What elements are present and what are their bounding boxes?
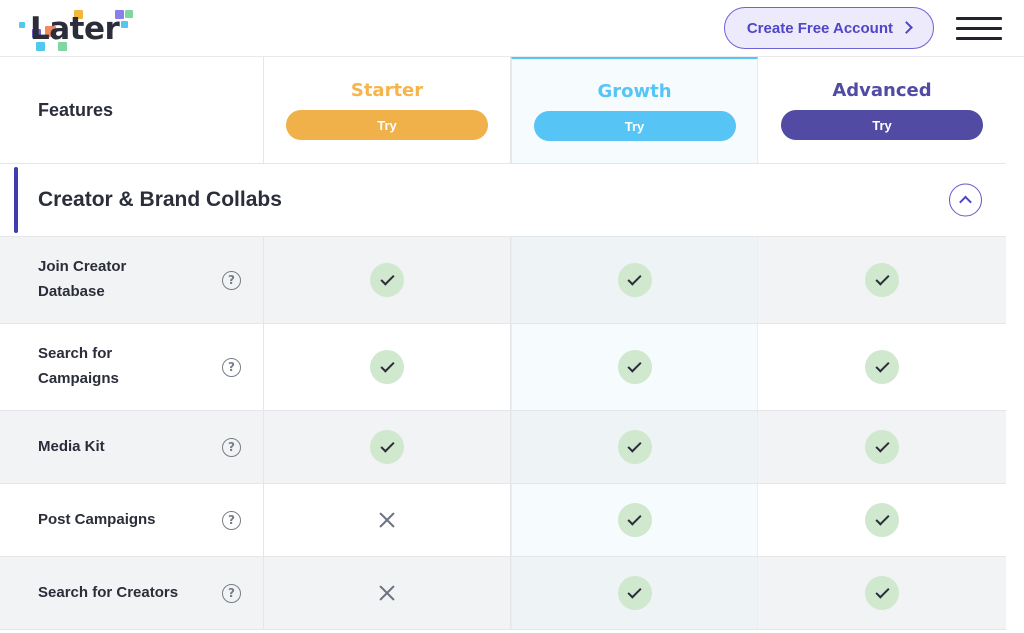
value-cell-starter: [264, 484, 511, 556]
feature-name-cell: Join Creator Database?: [0, 237, 264, 323]
value-cell-advanced: [758, 237, 1006, 323]
check-icon: [865, 430, 899, 464]
help-icon[interactable]: ?: [222, 511, 241, 530]
check-glyph: [875, 584, 889, 598]
value-cell-growth: [511, 557, 758, 629]
cross-icon: [377, 583, 397, 603]
features-column-header: Features: [0, 57, 264, 163]
feature-label: Join Creator Database: [38, 255, 188, 305]
check-glyph: [627, 358, 641, 372]
section-collapse-button[interactable]: [949, 184, 982, 217]
help-icon[interactable]: ?: [222, 358, 241, 377]
header-actions: Create Free Account: [724, 7, 1002, 49]
value-cell-starter: [264, 411, 511, 483]
check-icon: [865, 350, 899, 384]
check-icon: [618, 263, 652, 297]
page-root: Later Create Free Account Features Start…: [0, 0, 1024, 633]
help-icon[interactable]: ?: [222, 438, 241, 457]
check-icon: [618, 576, 652, 610]
check-icon: [370, 430, 404, 464]
later-logo[interactable]: Later: [14, 5, 134, 51]
value-cell-starter: [264, 324, 511, 410]
value-cell-growth: [511, 324, 758, 410]
table-row: Search for Creators?: [0, 557, 1006, 630]
feature-label: Search for Creators: [38, 581, 178, 606]
cross-icon: [377, 510, 397, 530]
value-cell-advanced: [758, 557, 1006, 629]
feature-name-cell: Post Campaigns?: [0, 484, 264, 556]
check-glyph: [627, 271, 641, 285]
feature-label: Post Campaigns: [38, 508, 156, 533]
chevron-right-icon: [900, 21, 913, 34]
check-glyph: [380, 438, 394, 452]
section-accent-bar: [14, 167, 18, 233]
check-glyph: [627, 511, 641, 525]
feature-label: Media Kit: [38, 435, 105, 460]
section-header-creator-brand-collabs[interactable]: Creator & Brand Collabs: [0, 164, 1006, 237]
help-icon[interactable]: ?: [222, 584, 241, 603]
check-icon: [618, 430, 652, 464]
value-cell-growth: [511, 484, 758, 556]
hamburger-menu-icon[interactable]: [956, 13, 1002, 43]
help-icon[interactable]: ?: [222, 271, 241, 290]
check-icon: [370, 350, 404, 384]
table-row: Post Campaigns?: [0, 484, 1006, 557]
feature-name-cell: Search for Campaigns?: [0, 324, 264, 410]
logo-wordmark: Later: [30, 11, 119, 47]
plan-name-advanced: Advanced: [832, 80, 931, 101]
section-title: Creator & Brand Collabs: [38, 188, 282, 212]
plan-comparison-table: Features StarterTryGrowthTryAdvancedTry …: [0, 57, 1006, 630]
value-cell-starter: [264, 237, 511, 323]
plan-header-starter: Starter Try: [264, 57, 511, 163]
try-button-growth[interactable]: Try: [534, 111, 736, 141]
check-icon: [370, 263, 404, 297]
value-cell-advanced: [758, 484, 1006, 556]
plan-name-starter: Starter: [351, 80, 423, 101]
check-glyph: [875, 511, 889, 525]
table-body: Join Creator Database?Search for Campaig…: [0, 237, 1006, 630]
check-icon: [865, 576, 899, 610]
create-free-account-button[interactable]: Create Free Account: [724, 7, 934, 49]
feature-name-cell: Search for Creators?: [0, 557, 264, 629]
plan-header-growth: Growth Try: [511, 57, 758, 163]
feature-label: Search for Campaigns: [38, 342, 188, 392]
table-header-row: Features Starter Try Growth Try Advanced Try: [0, 57, 1006, 164]
hamburger-bar: [956, 17, 1002, 20]
create-free-account-label: Create Free Account: [747, 20, 893, 37]
value-cell-growth: [511, 237, 758, 323]
check-icon: [865, 503, 899, 537]
chevron-up-icon: [959, 195, 972, 208]
logo-pixel-square: [19, 22, 25, 28]
try-button-advanced[interactable]: Try: [781, 110, 983, 140]
value-cell-advanced: [758, 411, 1006, 483]
value-cell-advanced: [758, 324, 1006, 410]
plan-header-advanced: Advanced Try: [758, 57, 1006, 163]
hamburger-bar: [956, 37, 1002, 40]
check-glyph: [875, 358, 889, 372]
check-glyph: [875, 438, 889, 452]
site-header: Later Create Free Account: [0, 0, 1024, 57]
try-button-starter[interactable]: Try: [286, 110, 488, 140]
check-icon: [618, 503, 652, 537]
feature-name-cell: Media Kit?: [0, 411, 264, 483]
check-glyph: [380, 271, 394, 285]
logo-pixel-square: [125, 10, 133, 18]
table-row: Media Kit?: [0, 411, 1006, 484]
check-glyph: [875, 271, 889, 285]
logo-pixel-square: [121, 21, 128, 28]
value-cell-starter: [264, 557, 511, 629]
table-row: Join Creator Database?: [0, 237, 1006, 324]
hamburger-bar: [956, 27, 1002, 30]
check-icon: [618, 350, 652, 384]
check-glyph: [627, 584, 641, 598]
check-glyph: [627, 438, 641, 452]
plan-name-growth: Growth: [597, 81, 671, 102]
value-cell-growth: [511, 411, 758, 483]
check-glyph: [380, 358, 394, 372]
table-row: Search for Campaigns?: [0, 324, 1006, 411]
check-icon: [865, 263, 899, 297]
